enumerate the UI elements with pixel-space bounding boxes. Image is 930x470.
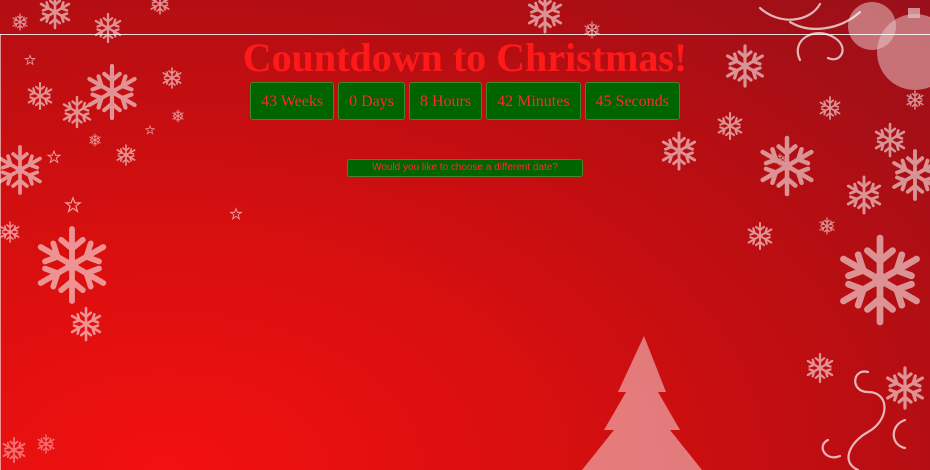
countdown-weeks: 43 Weeks: [250, 82, 335, 120]
countdown-minutes: 42 Minutes: [486, 82, 581, 120]
countdown-hours: 8 Hours: [408, 82, 483, 120]
countdown-seconds: 45 Seconds: [584, 82, 680, 120]
christmas-tree-icon: [582, 336, 702, 470]
countdown-display: 43 Weeks 0 Days 8 Hours 42 Minutes 45 Se…: [0, 82, 930, 120]
choose-date-button[interactable]: Would you like to choose a different dat…: [347, 159, 583, 177]
snowflake-icon: [2, 434, 55, 463]
countdown-days: 0 Days: [338, 82, 405, 120]
page-title: Countdown to Christmas!: [242, 35, 688, 80]
